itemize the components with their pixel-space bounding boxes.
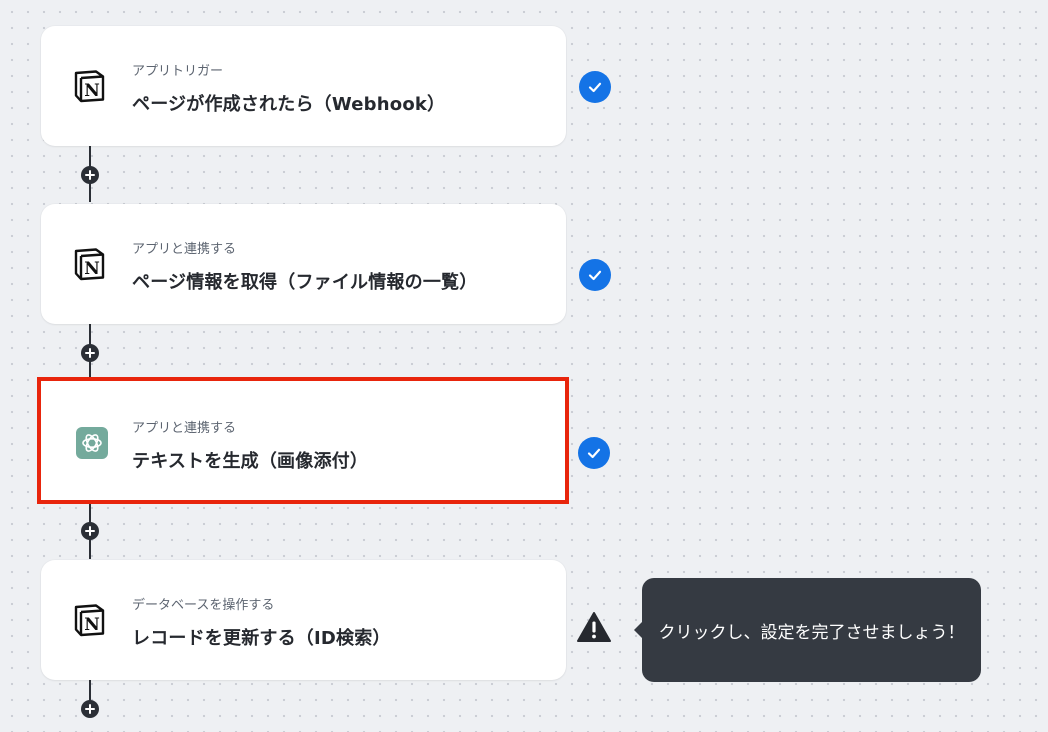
plus-icon xyxy=(85,704,95,714)
step-title: レコードを更新する（ID検索） xyxy=(132,628,391,649)
flow-step-card[interactable]: N アプリと連携する ページ情報を取得（ファイル情報の一覧） xyxy=(41,204,566,324)
add-step-button[interactable] xyxy=(81,166,99,184)
add-step-button[interactable] xyxy=(81,344,99,362)
svg-text:N: N xyxy=(84,615,100,635)
openai-icon xyxy=(74,425,110,461)
step-title: ページ情報を取得（ファイル情報の一覧） xyxy=(132,272,478,293)
hint-tooltip: クリックし、設定を完了させましょう！ xyxy=(634,578,981,682)
add-step-button[interactable] xyxy=(81,522,99,540)
check-icon xyxy=(587,448,601,459)
step-type-label: データベースを操作する xyxy=(132,598,275,613)
flow-step-card-highlighted[interactable]: アプリと連携する テキストを生成（画像添付） xyxy=(37,377,569,504)
status-completed-badge xyxy=(579,259,611,291)
warning-icon xyxy=(577,612,611,642)
notion-icon: N xyxy=(72,68,108,104)
add-step-button[interactable] xyxy=(81,700,99,718)
check-icon xyxy=(588,270,602,281)
svg-text:N: N xyxy=(84,259,100,279)
step-type-label: アプリと連携する xyxy=(132,421,237,436)
step-title: ページが作成されたら（Webhook） xyxy=(132,94,446,115)
step-type-label: アプリトリガー xyxy=(132,64,224,79)
flow-step-card[interactable]: N データベースを操作する レコードを更新する（ID検索） xyxy=(41,560,566,680)
status-completed-badge xyxy=(579,71,611,103)
check-icon xyxy=(588,82,602,93)
svg-text:N: N xyxy=(84,81,100,101)
tooltip-text: クリックし、設定を完了させましょう！ xyxy=(658,622,965,643)
plus-icon xyxy=(85,526,95,536)
plus-icon xyxy=(85,348,95,358)
step-title: テキストを生成（画像添付） xyxy=(132,451,369,472)
plus-icon xyxy=(85,170,95,180)
flow-step-card[interactable]: N アプリトリガー ページが作成されたら（Webhook） xyxy=(41,26,566,146)
step-type-label: アプリと連携する xyxy=(132,242,237,257)
status-completed-badge xyxy=(578,437,610,469)
notion-icon: N xyxy=(72,602,108,638)
notion-icon: N xyxy=(72,246,108,282)
